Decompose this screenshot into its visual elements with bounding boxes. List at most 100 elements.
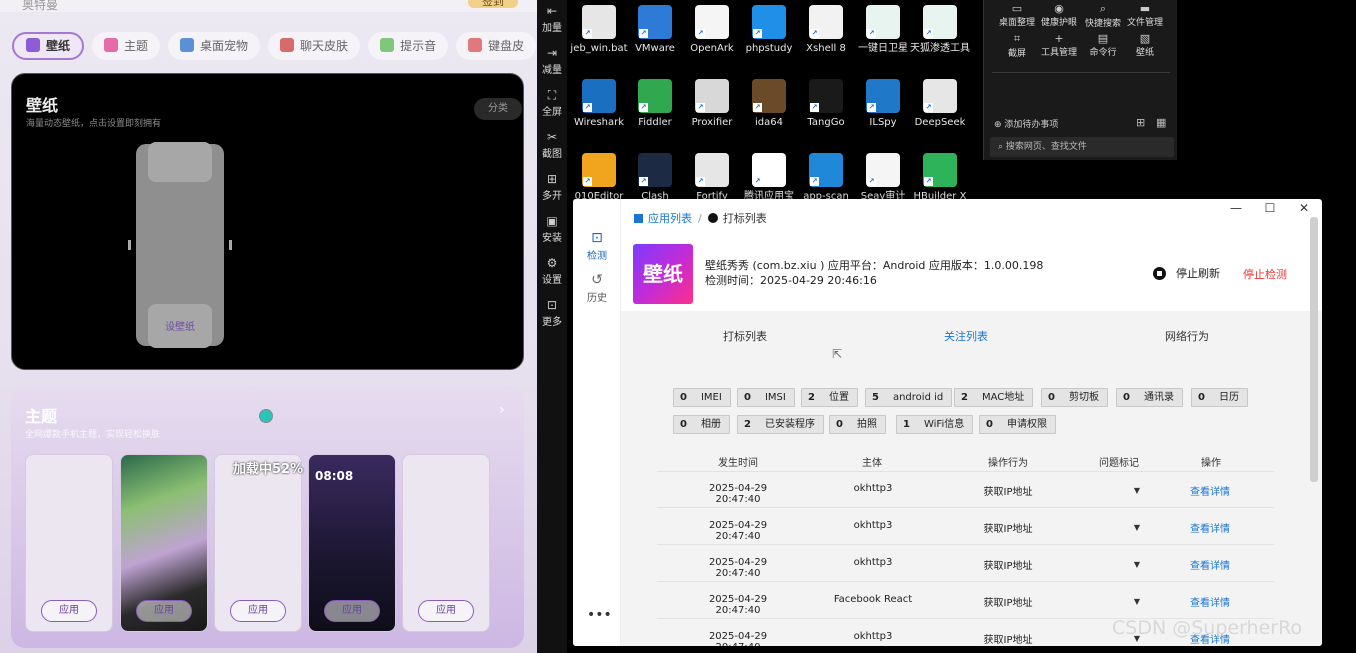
desktop-icon[interactable]: ↗ Seay审计 xyxy=(851,153,915,203)
theme-thumb[interactable]: 应用 xyxy=(25,454,113,632)
permission-chip[interactable]: 1 WiFi信息 xyxy=(896,415,974,434)
tab-mark-list[interactable]: 打标列表 xyxy=(723,328,767,344)
view-detail-link[interactable]: 查看详情 xyxy=(1183,557,1237,572)
desktop-icon[interactable]: ↗ app-scan xyxy=(794,153,858,203)
permission-chip[interactable]: 0 通讯录 xyxy=(1116,388,1183,407)
desktop-icon[interactable]: ↗ HBuilder X xyxy=(908,153,972,203)
quick-desktop-organize[interactable]: ▭ 桌面整理 xyxy=(994,2,1040,28)
desktop-icon[interactable]: ↗ 010Editor xyxy=(567,153,631,203)
permission-chip[interactable]: 0 申请权限 xyxy=(979,415,1056,434)
category-tab[interactable]: 主题 xyxy=(92,32,161,60)
qr-code-icon[interactable]: ▦ xyxy=(1156,116,1166,129)
category-tab[interactable]: 壁纸 xyxy=(12,32,85,60)
category-tab[interactable]: 聊天皮肤 xyxy=(268,32,361,60)
toolbar-button[interactable]: ⇤ 加量 xyxy=(537,4,567,34)
sign-in-button[interactable]: 签到 xyxy=(468,0,518,8)
permission-chip[interactable]: 0 剪切板 xyxy=(1041,388,1108,407)
apply-button[interactable]: 应用 xyxy=(41,600,97,622)
permission-chip[interactable]: 0 日历 xyxy=(1191,388,1248,407)
desktop-icon[interactable]: ↗ 一键日卫星 xyxy=(851,5,915,55)
view-detail-link[interactable]: 查看详情 xyxy=(1183,483,1237,498)
toolbar-button[interactable]: ✂ 截图 xyxy=(537,130,567,160)
breadcrumb-app-list[interactable]: 应用列表 xyxy=(648,212,692,225)
theme-thumb[interactable]: 应用 xyxy=(402,454,490,632)
desktop-icon[interactable]: ↗ TangGo xyxy=(794,79,858,129)
quick-eye-care[interactable]: ◉ 健康护眼 xyxy=(1036,2,1082,28)
desktop-icon[interactable]: ↗ ida64 xyxy=(737,79,801,129)
toolbar-button[interactable]: ⇥ 减量 xyxy=(537,46,567,76)
classify-button[interactable]: 分类 xyxy=(474,98,522,120)
toolbar-button[interactable]: ⛶ 全屏 xyxy=(537,88,567,118)
desktop-icon[interactable]: ↗ phpstudy xyxy=(737,5,801,55)
minimize-button[interactable]: — xyxy=(1226,201,1246,215)
desktop-icon-label: ida64 xyxy=(755,117,783,128)
scrollbar[interactable] xyxy=(1310,217,1318,482)
search-bar[interactable]: 奥特曼 签到 xyxy=(0,0,537,12)
desktop-icon[interactable]: ↗ ILSpy xyxy=(851,79,915,129)
toolbar-button[interactable]: ⊞ 多开 xyxy=(537,172,567,202)
set-wallpaper-button[interactable]: 设壁纸 xyxy=(136,318,224,333)
permission-chip[interactable]: 2 位置 xyxy=(801,388,858,407)
desktop-icon[interactable]: ↗ DeepSeek xyxy=(908,79,972,129)
category-tab[interactable]: 键盘皮 xyxy=(456,32,537,60)
quick-screenshot[interactable]: ⌗ 截屏 xyxy=(994,32,1040,59)
permission-chip[interactable]: 0 IMEI xyxy=(673,388,731,407)
theme-thumb[interactable]: 08:08 应用 xyxy=(308,454,396,632)
desktop-icon[interactable]: ↗ Xshell 8 xyxy=(794,5,858,55)
mark-dropdown[interactable]: ▼ xyxy=(1131,597,1143,606)
view-detail-link[interactable]: 查看详情 xyxy=(1183,520,1237,535)
theme-thumb[interactable]: 应用 xyxy=(214,454,302,632)
view-detail-link[interactable]: 查看详情 xyxy=(1183,594,1237,609)
permission-chip[interactable]: 2 MAC地址 xyxy=(954,388,1034,407)
apply-button[interactable]: 应用 xyxy=(418,600,474,622)
desktop-icon[interactable]: ↗ Clash xyxy=(623,153,687,203)
sidebar-item-detect[interactable]: ⊡ 检测 xyxy=(573,230,621,262)
mark-dropdown[interactable]: ▼ xyxy=(1131,560,1143,569)
stop-detect-button[interactable]: 停止检测 xyxy=(1243,266,1287,282)
theme-thumb[interactable]: 应用 xyxy=(120,454,208,632)
quick-search[interactable]: ⌕ 快捷搜索 xyxy=(1080,2,1126,29)
desktop-icon[interactable]: ↗ OpenArk xyxy=(680,5,744,55)
desktop-icon[interactable]: ↗ 腾讯应用宝 xyxy=(737,153,801,203)
wallpaper-card[interactable]: 壁纸 海量动态壁纸，点击设置即刻拥有 分类 设壁纸 xyxy=(11,73,524,370)
apply-button[interactable]: 应用 xyxy=(136,600,192,622)
desktop-icon[interactable]: ↗ Fortify xyxy=(680,153,744,203)
maximize-button[interactable]: ☐ xyxy=(1260,201,1280,215)
chevron-right-icon[interactable]: › xyxy=(499,402,505,418)
permission-chip[interactable]: 0 相册 xyxy=(673,415,730,434)
desktop-icon[interactable]: ↗ 天狐渗透工具 xyxy=(908,5,972,55)
quick-file-manager[interactable]: ▬ 文件管理 xyxy=(1122,2,1168,28)
tab-network-behavior[interactable]: 网络行为 xyxy=(1165,328,1209,344)
mark-dropdown[interactable]: ▼ xyxy=(1131,486,1143,495)
apply-button[interactable]: 应用 xyxy=(230,600,286,622)
quick-search-input[interactable]: ⌕ 搜索网页、查找文件 xyxy=(990,137,1174,157)
toolbar-button[interactable]: ▣ 安装 xyxy=(537,214,567,244)
quick-tool-manager[interactable]: + 工具管理 xyxy=(1036,32,1082,58)
desktop-icon[interactable]: ↗ VMware xyxy=(623,5,687,55)
desktop-icon[interactable]: ↗ Wireshark xyxy=(567,79,631,129)
category-tab[interactable]: 桌面宠物 xyxy=(168,32,261,60)
add-todo-button[interactable]: ⊕ 添加待办事项 xyxy=(994,117,1058,130)
quick-wallpaper[interactable]: ▧ 壁纸 xyxy=(1122,32,1168,58)
toolbar-button[interactable]: ⚙ 设置 xyxy=(537,256,567,286)
permission-chip[interactable]: 2 已安装程序 xyxy=(737,415,824,434)
tab-focus-list[interactable]: 关注列表 xyxy=(944,328,988,344)
sidebar-item-history[interactable]: ↺ 历史 xyxy=(573,272,621,304)
category-tab[interactable]: 提示音 xyxy=(368,32,449,60)
desktop-icon-label: Fiddler xyxy=(638,117,672,128)
desktop-icon[interactable]: ↗ Fiddler xyxy=(623,79,687,129)
desktop-icon[interactable]: ↗ jeb_win.bat xyxy=(567,5,631,55)
stop-refresh-button[interactable]: 停止刷新 xyxy=(1153,265,1220,281)
more-menu-button[interactable]: ••• xyxy=(587,607,612,623)
apply-button[interactable]: 应用 xyxy=(324,600,380,622)
desktop-icon[interactable]: ↗ Proxifier xyxy=(680,79,744,129)
close-button[interactable]: ✕ xyxy=(1294,201,1314,215)
permission-chip[interactable]: 5 android id xyxy=(865,388,953,407)
toolbar-button[interactable]: ⊡ 更多 xyxy=(537,298,567,328)
floating-dot[interactable] xyxy=(259,409,273,423)
note-icon[interactable]: ⊞ xyxy=(1136,116,1145,129)
permission-chip[interactable]: 0 IMSI xyxy=(737,388,795,407)
permission-chip[interactable]: 0 拍照 xyxy=(829,415,886,434)
mark-dropdown[interactable]: ▼ xyxy=(1131,523,1143,532)
quick-command-line[interactable]: ▤ 命令行 xyxy=(1080,32,1126,58)
